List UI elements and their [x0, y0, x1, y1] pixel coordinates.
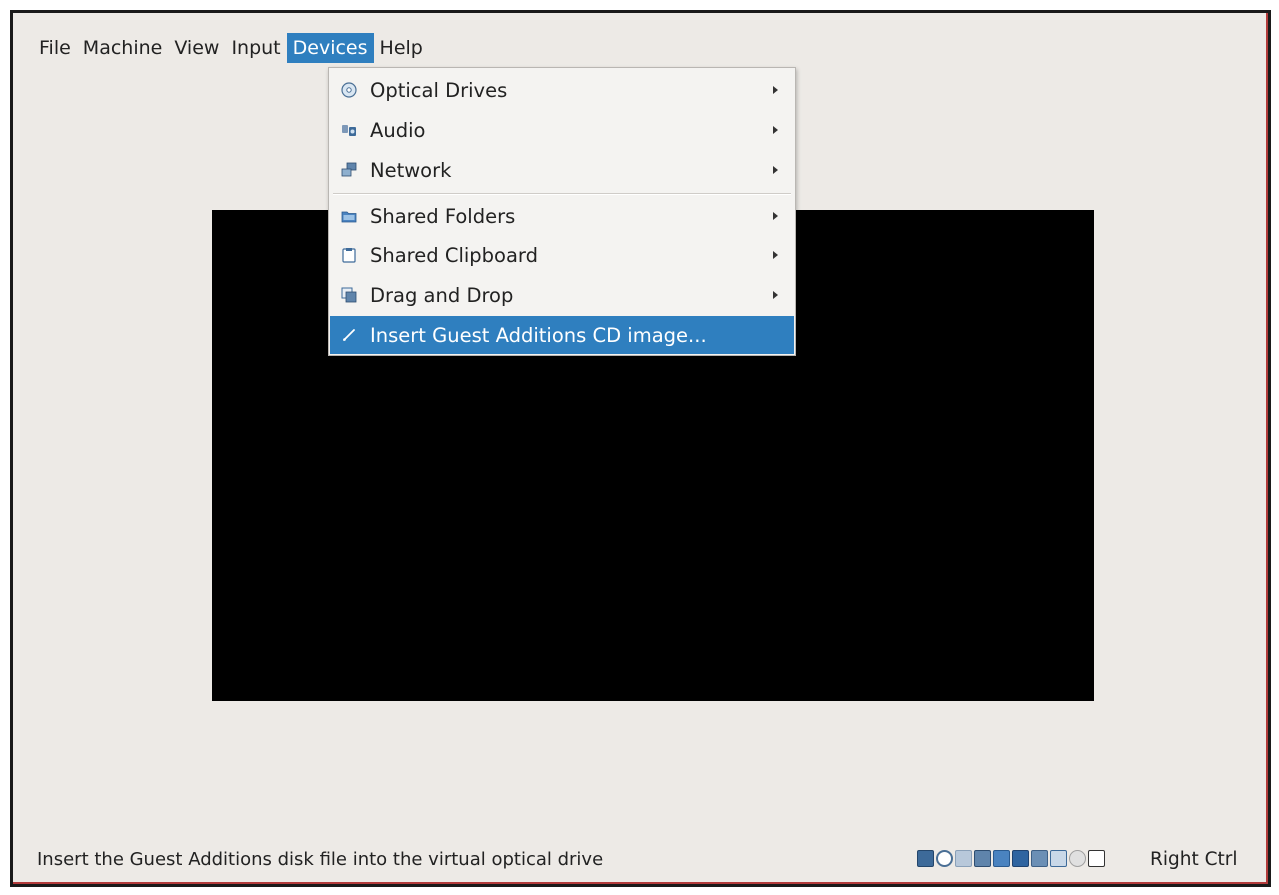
- host-key-label: Right Ctrl: [1150, 849, 1238, 870]
- video-capture-icon[interactable]: [1031, 850, 1048, 867]
- menu-item-label: Drag and Drop: [370, 283, 514, 307]
- menu-item-label: Optical Drives: [370, 78, 508, 102]
- audio-indicator-icon[interactable]: [955, 850, 972, 867]
- menu-item-shared-folders[interactable]: Shared Folders: [330, 197, 794, 235]
- menu-item-insert-guest-additions[interactable]: Insert Guest Additions CD image...: [330, 316, 794, 354]
- menu-file[interactable]: File: [33, 33, 77, 63]
- devices-dropdown-menu: Optical Drives Audio Network Shared Fold…: [328, 67, 796, 356]
- submenu-arrow-icon: [773, 126, 778, 134]
- menu-item-drag-and-drop[interactable]: Drag and Drop: [330, 276, 794, 314]
- menu-item-optical-drives[interactable]: Optical Drives: [330, 71, 794, 109]
- menu-item-shared-clipboard[interactable]: Shared Clipboard: [330, 236, 794, 274]
- menu-item-label: Shared Clipboard: [370, 243, 538, 267]
- menu-devices[interactable]: Devices: [286, 33, 374, 63]
- submenu-arrow-icon: [773, 291, 778, 299]
- network-icon: [341, 162, 357, 178]
- menu-item-label: Insert Guest Additions CD image...: [370, 323, 707, 347]
- menu-view[interactable]: View: [168, 33, 225, 63]
- status-message: Insert the Guest Additions disk file int…: [37, 849, 604, 870]
- shared-folder-icon: [341, 208, 357, 224]
- mouse-integration-icon[interactable]: [1088, 850, 1105, 867]
- submenu-arrow-icon: [773, 212, 778, 220]
- menu-separator: [333, 193, 791, 195]
- usb-icon[interactable]: [1050, 850, 1067, 867]
- menu-item-label: Audio: [370, 118, 426, 142]
- virtualbox-vm-window: File Machine View Input Devices Help Opt…: [13, 13, 1268, 884]
- network-indicator-icon[interactable]: [974, 850, 991, 867]
- cpu-icon: [1069, 850, 1086, 867]
- menu-item-label: Shared Folders: [370, 204, 516, 228]
- submenu-arrow-icon: [773, 251, 778, 259]
- display-indicator-icon[interactable]: [1012, 850, 1029, 867]
- menu-bar: File Machine View Input Devices Help: [13, 33, 429, 63]
- clipboard-icon: [341, 247, 357, 263]
- audio-icon: [341, 122, 357, 138]
- shared-folder-indicator-icon[interactable]: [993, 850, 1010, 867]
- optical-drive-icon[interactable]: [936, 850, 953, 867]
- optical-disc-icon: [341, 82, 357, 98]
- menu-item-label: Network: [370, 158, 452, 182]
- submenu-arrow-icon: [773, 166, 778, 174]
- menu-item-network[interactable]: Network: [330, 151, 794, 189]
- menu-item-audio[interactable]: Audio: [330, 111, 794, 149]
- insert-cd-icon: [341, 327, 357, 343]
- menu-machine[interactable]: Machine: [77, 33, 169, 63]
- menu-help[interactable]: Help: [374, 33, 429, 63]
- hard-disk-icon[interactable]: [917, 850, 934, 867]
- drag-drop-icon: [341, 287, 357, 303]
- menu-input[interactable]: Input: [225, 33, 286, 63]
- submenu-arrow-icon: [773, 86, 778, 94]
- status-indicators: [917, 850, 1105, 867]
